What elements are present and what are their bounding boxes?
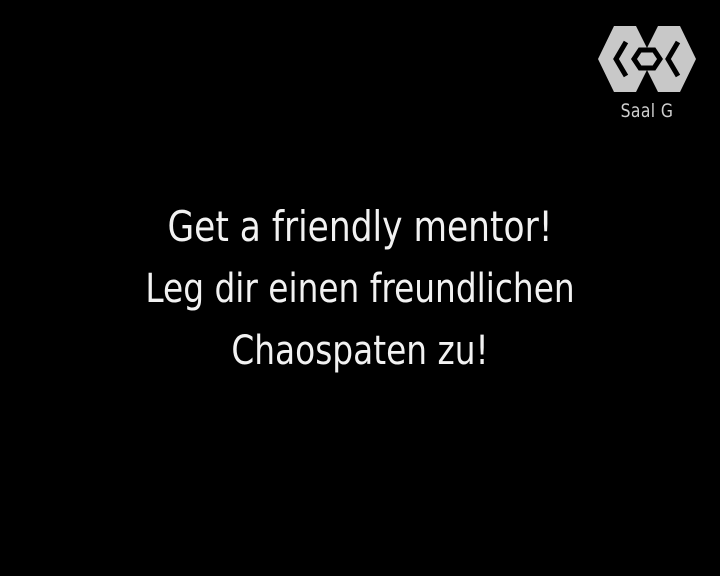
room-label: Saal G xyxy=(620,100,674,122)
announcement-line-german-1: Leg dir einen freundlichen xyxy=(145,266,575,312)
announcement-text: Get a friendly mentor! Leg dir einen fre… xyxy=(0,196,720,382)
announcement-line-german-2: Chaospaten zu! xyxy=(231,328,489,374)
conference-logo-icon xyxy=(598,26,696,92)
video-frame: Saal G Get a friendly mentor! Leg dir ei… xyxy=(0,0,720,576)
announcement-line-english: Get a friendly mentor! xyxy=(167,202,553,251)
